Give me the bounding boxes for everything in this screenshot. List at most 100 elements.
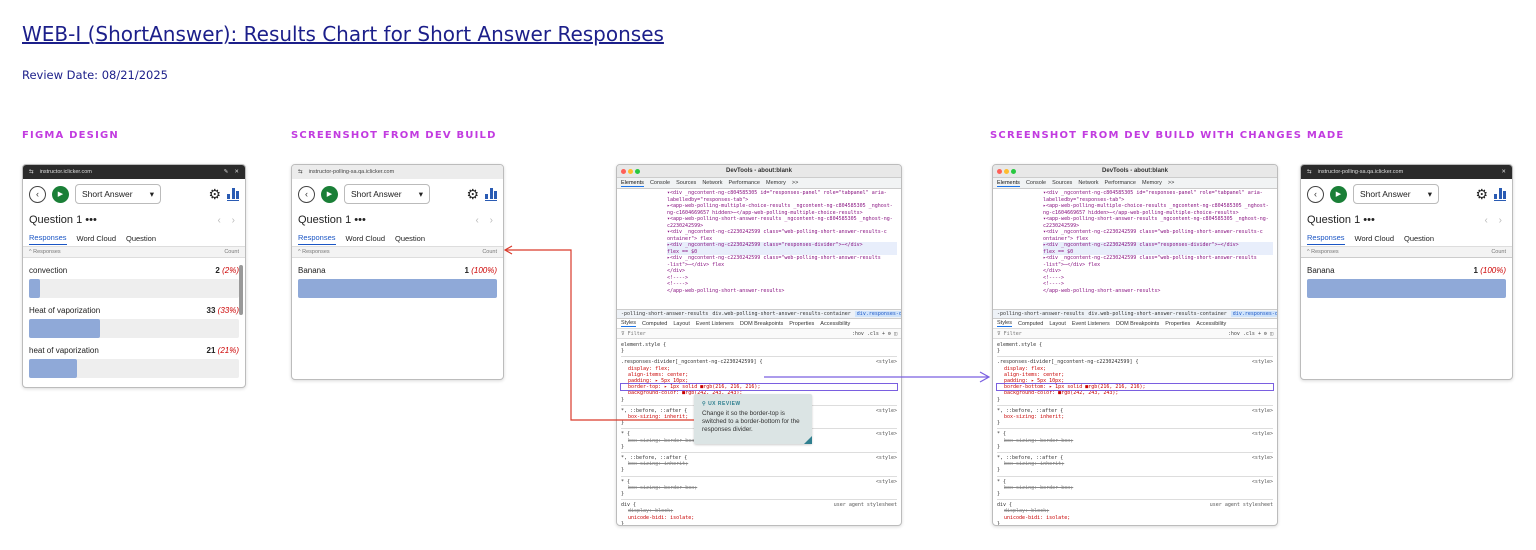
tab-dom-breakpoints[interactable]: DOM Breakpoints <box>1116 321 1159 327</box>
back-button[interactable]: ‹ <box>1307 185 1324 203</box>
more-icon[interactable]: ••• <box>354 214 366 226</box>
style-source[interactable]: <style> <box>876 455 897 461</box>
tab-responses[interactable]: Responses <box>29 233 67 245</box>
tab-console[interactable]: Console <box>650 180 670 186</box>
close-icon[interactable]: ✕ <box>234 169 239 175</box>
responses-header[interactable]: ^ Responses <box>1307 249 1339 255</box>
dom-line[interactable]: ▸<div _ngcontent-ng-c2230242599 class="r… <box>667 242 897 249</box>
dom-line[interactable]: ▾<div _ngcontent-ng-c804585305 id="respo… <box>1043 190 1273 197</box>
tab-accessibility[interactable]: Accessibility <box>1196 321 1226 327</box>
tab-sources[interactable]: Sources <box>676 180 696 186</box>
style-source[interactable]: <style> <box>1252 431 1273 437</box>
tab-elements[interactable]: Elements <box>997 180 1020 187</box>
tab-styles[interactable]: Styles <box>997 320 1012 327</box>
style-source[interactable]: <style> <box>1252 455 1273 461</box>
tab-computed[interactable]: Computed <box>1018 321 1043 327</box>
close-icon[interactable]: ✕ <box>1501 169 1506 175</box>
tab-responses[interactable]: Responses <box>1307 233 1345 245</box>
tab-network[interactable]: Network <box>702 180 722 186</box>
dom-line[interactable]: ▸<div _ngcontent-ng-c2230242599 class="w… <box>667 255 897 262</box>
dom-line[interactable]: ▸<div _ngcontent-ng-c2230242599 class="w… <box>1043 255 1273 262</box>
tab-properties[interactable]: Properties <box>1165 321 1190 327</box>
dom-line[interactable]: </app-web-polling-short-answer-results> <box>1043 288 1273 295</box>
scrollbar[interactable] <box>239 265 243 315</box>
bar-chart-icon[interactable] <box>485 187 497 201</box>
dom-line[interactable]: ▸<app-web-polling-multiple-choice-result… <box>667 203 897 210</box>
dom-line[interactable]: </app-web-polling-short-answer-results> <box>667 288 897 295</box>
dom-line[interactable]: ▾<div _ngcontent-ng-c2230242599 class="w… <box>667 229 897 236</box>
style-source[interactable]: user agent stylesheet <box>834 502 897 508</box>
tab-responses[interactable]: Responses <box>298 233 336 245</box>
style-source[interactable]: <style> <box>1252 479 1273 485</box>
question-type-select[interactable]: Short Answer ▾ <box>344 184 430 204</box>
filter-tools[interactable]: :hov .cls + ⚙ ◫ <box>1228 331 1273 337</box>
breadcrumb-item[interactable]: div.responses-divider <box>1230 311 1277 317</box>
tab-event-listeners[interactable]: Event Listeners <box>1072 321 1110 327</box>
style-source[interactable]: <style> <box>876 431 897 437</box>
tab-memory[interactable]: Memory <box>1142 180 1162 186</box>
style-source[interactable]: <style> <box>1252 359 1273 365</box>
tab-properties[interactable]: Properties <box>789 321 814 327</box>
question-nav[interactable]: ‹ › <box>218 215 239 226</box>
tab-word-cloud[interactable]: Word Cloud <box>1355 234 1394 243</box>
bar-chart-icon[interactable] <box>227 187 239 201</box>
play-button[interactable]: ▶ <box>1330 185 1347 203</box>
edit-icon[interactable]: ✎ <box>224 169 229 175</box>
tab-computed[interactable]: Computed <box>642 321 667 327</box>
style-source[interactable]: <style> <box>876 359 897 365</box>
dom-line[interactable]: ▾<app-web-polling-short-answer-results _… <box>667 216 897 223</box>
filter-input[interactable]: ⊽ Filter <box>997 331 1022 337</box>
play-button[interactable]: ▶ <box>52 185 69 203</box>
filter-tools[interactable]: :hov .cls + ⚙ ◫ <box>852 331 897 337</box>
breadcrumb-item[interactable]: div.web-polling-short-answer-results-con… <box>712 311 850 317</box>
tab-console[interactable]: Console <box>1026 180 1046 186</box>
more-icon[interactable]: ••• <box>85 214 97 226</box>
tab-question[interactable]: Question <box>126 234 156 243</box>
gear-icon[interactable]: ⚙ <box>466 186 479 203</box>
tab-question[interactable]: Question <box>395 234 425 243</box>
question-type-select[interactable]: Short Answer ▾ <box>75 184 161 204</box>
play-button[interactable]: ▶ <box>321 185 338 203</box>
dom-line[interactable]: ▸<div _ngcontent-ng-c2230242599 class="r… <box>1043 242 1273 249</box>
tab-[interactable]: >> <box>1168 180 1174 186</box>
breadcrumb-item[interactable]: div.web-polling-short-answer-results-con… <box>1088 311 1226 317</box>
tab-performance[interactable]: Performance <box>1104 180 1136 186</box>
tab-elements[interactable]: Elements <box>621 180 644 187</box>
breadcrumb-item[interactable]: -polling-short-answer-results <box>621 311 708 317</box>
tab-styles[interactable]: Styles <box>621 320 636 327</box>
tab-accessibility[interactable]: Accessibility <box>820 321 850 327</box>
responses-header[interactable]: ^ Responses <box>29 249 61 255</box>
tab-word-cloud[interactable]: Word Cloud <box>346 234 385 243</box>
dom-line[interactable]: ▸<app-web-polling-multiple-choice-result… <box>1043 203 1273 210</box>
gear-icon[interactable]: ⚙ <box>1475 186 1488 203</box>
breadcrumb-item[interactable]: div.responses-divider <box>854 311 901 317</box>
responses-header[interactable]: ^ Responses <box>298 249 330 255</box>
question-type-select[interactable]: Short Answer ▾ <box>1353 184 1439 204</box>
tab-layout[interactable]: Layout <box>673 321 690 327</box>
style-source[interactable]: <style> <box>876 408 897 414</box>
tab-word-cloud[interactable]: Word Cloud <box>77 234 116 243</box>
back-button[interactable]: ‹ <box>298 185 315 203</box>
page-title[interactable]: WEB-I (ShortAnswer): Results Chart for S… <box>22 22 664 46</box>
tab-question[interactable]: Question <box>1404 234 1434 243</box>
tab-network[interactable]: Network <box>1078 180 1098 186</box>
back-button[interactable]: ‹ <box>29 185 46 203</box>
style-source[interactable]: user agent stylesheet <box>1210 502 1273 508</box>
gear-icon[interactable]: ⚙ <box>208 186 221 203</box>
tab-[interactable]: >> <box>792 180 798 186</box>
bar-chart-icon[interactable] <box>1494 187 1506 201</box>
style-source[interactable]: <style> <box>876 479 897 485</box>
style-source[interactable]: <style> <box>1252 408 1273 414</box>
question-nav[interactable]: ‹ › <box>1485 215 1506 226</box>
tab-event-listeners[interactable]: Event Listeners <box>696 321 734 327</box>
tab-layout[interactable]: Layout <box>1049 321 1066 327</box>
filter-input[interactable]: ⊽ Filter <box>621 331 646 337</box>
dom-line[interactable]: ▾<div _ngcontent-ng-c2230242599 class="w… <box>1043 229 1273 236</box>
tab-performance[interactable]: Performance <box>728 180 760 186</box>
dom-line[interactable]: ▾<app-web-polling-short-answer-results _… <box>1043 216 1273 223</box>
tab-memory[interactable]: Memory <box>766 180 786 186</box>
tab-dom-breakpoints[interactable]: DOM Breakpoints <box>740 321 783 327</box>
breadcrumb-item[interactable]: -polling-short-answer-results <box>997 311 1084 317</box>
dom-line[interactable]: ▾<div _ngcontent-ng-c804585305 id="respo… <box>667 190 897 197</box>
question-nav[interactable]: ‹ › <box>476 215 497 226</box>
